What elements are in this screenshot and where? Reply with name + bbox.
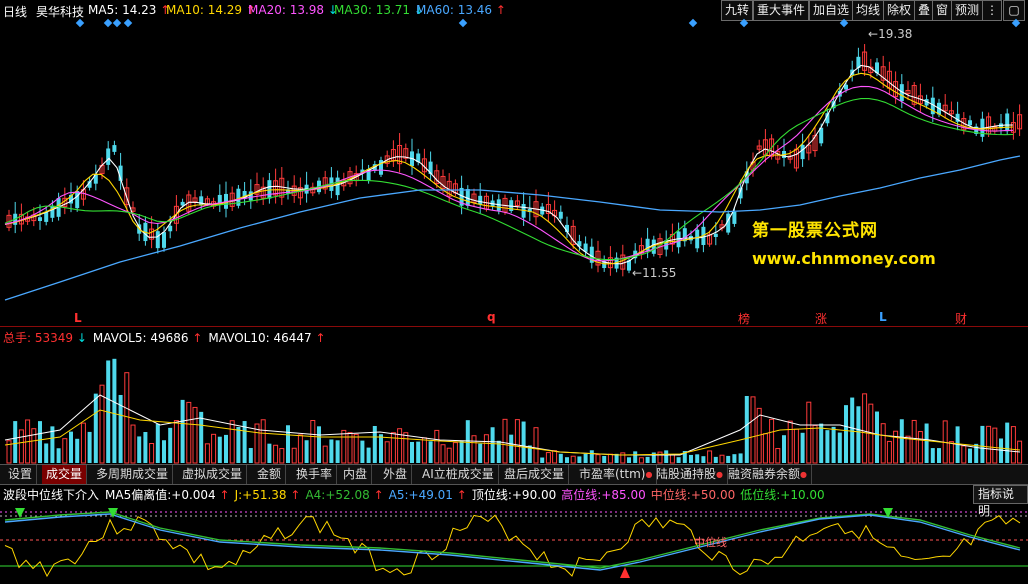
tab-6[interactable]: 内盘 bbox=[339, 465, 373, 484]
tab-10[interactable]: 市盈率(ttm)● bbox=[575, 465, 658, 484]
price-volume-divider bbox=[0, 326, 1028, 327]
marker-q[interactable]: q bbox=[487, 310, 496, 324]
volume-panel bbox=[4, 358, 1023, 464]
event-diamond-icon bbox=[123, 18, 133, 28]
indicator-readout-6: 中位线:+50.00 bbox=[650, 488, 736, 502]
tab-8[interactable]: AI立桩成交量 bbox=[418, 465, 499, 484]
tab-0[interactable]: 设置 bbox=[4, 465, 38, 484]
event-diamond-icon bbox=[458, 18, 468, 28]
indicator-readout-0: MA5偏离值:+0.004 ↑ bbox=[105, 488, 230, 502]
indicator-name[interactable]: 波段中位线下介入 bbox=[3, 488, 99, 502]
indicator-readout-3: A5:+49.01 ↑ bbox=[388, 488, 467, 502]
indicator-help-button[interactable]: 指标说明 bbox=[973, 485, 1028, 518]
indicator-readout-2: A4:+52.08 ↑ bbox=[305, 488, 384, 502]
buy-signal-arrow-icon bbox=[620, 567, 630, 578]
tab-1[interactable]: 成交量 bbox=[42, 465, 88, 484]
event-diamond-icon bbox=[112, 18, 122, 28]
indicator-readout-4: 顶位线:+90.00 bbox=[471, 488, 557, 502]
volume-readout-2: MAVOL10: 46447 ↑ bbox=[208, 331, 326, 345]
volume-readout-1: MAVOL5: 49686 ↑ bbox=[92, 331, 203, 345]
volume-readout-0: 总手: 53349 ↓ bbox=[3, 331, 87, 345]
marker-bang[interactable]: 榜 bbox=[738, 310, 750, 327]
watermark-url: www.chnmoney.com bbox=[752, 249, 936, 268]
event-diamond-icon bbox=[739, 18, 749, 28]
indicator-tabs: 设置 成交量 多周期成交量 虚拟成交量 金额 换手率 内盘 外盘 AI立桩成交量 盘后成交量 市盈率… bbox=[0, 464, 1028, 485]
event-diamond-icon bbox=[688, 18, 698, 28]
event-diamond-icon bbox=[839, 18, 849, 28]
low-price-label: ←11.55 bbox=[632, 266, 677, 280]
volume-header: 总手: 53349 ↓ MAVOL5: 49686 ↑ MAVOL10: 46447… bbox=[3, 329, 332, 346]
high-price-label: ←19.38 bbox=[868, 27, 913, 41]
mid-line-label: 中位线 bbox=[694, 536, 727, 549]
tab-4[interactable]: 金额 bbox=[253, 465, 287, 484]
indicator-readout-1: J:+51.38 ↑ bbox=[234, 488, 301, 502]
event-diamond-icon bbox=[103, 18, 113, 28]
tab-3[interactable]: 虚拟成交量 bbox=[178, 465, 248, 484]
watermark-title: 第一股票公式网 bbox=[752, 221, 878, 241]
tab-11[interactable]: 陆股通持股● bbox=[652, 465, 728, 484]
indicator-readout-5: 高位线:+85.00 bbox=[561, 488, 646, 502]
tab-7[interactable]: 外盘 bbox=[379, 465, 413, 484]
tab-2[interactable]: 多周期成交量 bbox=[92, 465, 174, 484]
indicator-header: 波段中位线下介入 MA5偏离值:+0.004 ↑ J:+51.38 ↑ A4:+52.… bbox=[3, 486, 830, 503]
event-diamond-icon bbox=[75, 18, 85, 28]
marker-cai[interactable]: 财 bbox=[955, 310, 967, 327]
indicator-readout-7: 低位线:+10.00 bbox=[740, 488, 825, 502]
marker-l-2[interactable]: L bbox=[879, 310, 887, 324]
event-diamond-icon bbox=[1011, 18, 1021, 28]
indicator-panel bbox=[0, 508, 1028, 578]
tab-9[interactable]: 盘后成交量 bbox=[500, 465, 570, 484]
marker-l-1[interactable]: L bbox=[74, 311, 82, 325]
tab-5[interactable]: 换手率 bbox=[292, 465, 338, 484]
tab-12[interactable]: 融资融券余额● bbox=[724, 465, 812, 484]
marker-zhang[interactable]: 涨 bbox=[815, 310, 827, 327]
